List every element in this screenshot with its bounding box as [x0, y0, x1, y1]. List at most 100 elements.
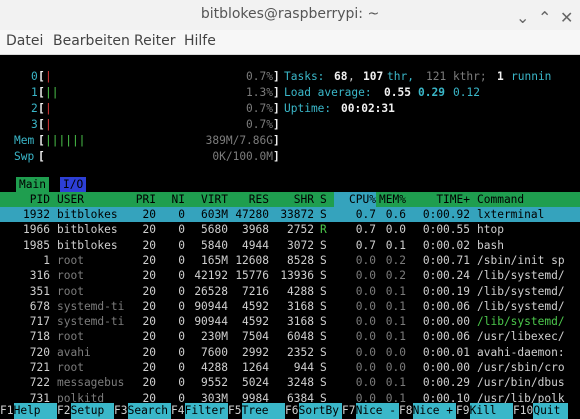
fkey-label-kill-button[interactable]: Kill — [469, 403, 513, 419]
fkey-f1[interactable]: F1 — [0, 403, 14, 419]
cell-pri: 20 — [142, 284, 156, 298]
col-time[interactable]: TIME+ — [408, 192, 470, 207]
cell-ni: 0 — [178, 223, 185, 237]
close-icon[interactable]: ✕ — [560, 8, 574, 27]
col-user[interactable]: USER — [57, 192, 84, 207]
col-ni[interactable]: NI — [160, 192, 185, 207]
col-cpu[interactable]: CPU% — [334, 192, 376, 208]
fkey-label-search-button[interactable]: Search — [127, 403, 171, 419]
minimize-icon[interactable]: ⌄ — [516, 8, 530, 27]
cell-pri: 20 — [142, 208, 156, 221]
cell-pid: 316 — [29, 269, 50, 283]
fkey-f5[interactable]: F5 — [228, 403, 242, 419]
table-row[interactable]: 722 messagebus 20 0 9552 5024 3248 S 0.0 0.1 0:00.… — [0, 375, 580, 390]
table-row[interactable]: 718 root 20 0 230M 7504 6048 S 0.0 0.1 0:00.06/usr… — [0, 329, 580, 344]
table-row[interactable]: 721 root 20 0 4288 1264 944 S 0.0 0.0 0:00.00/usr/… — [0, 360, 580, 375]
cell-res: 7216 — [242, 284, 269, 298]
col-mem[interactable]: MEM% — [374, 192, 406, 207]
table-row[interactable]: 351 root 20 0 26528 7216 4288 S 0.0 0.1 0:00.19/li… — [0, 284, 580, 299]
cell-user: bitblokes — [57, 223, 118, 237]
col-pid[interactable]: PID — [0, 192, 50, 207]
cell-time: 0:00.55 — [422, 223, 470, 237]
cell-virt: 4288 — [201, 361, 228, 374]
cell-mem: 0.0 — [385, 361, 406, 374]
tab-main[interactable]: Main — [16, 177, 49, 192]
fkey-label-nice-button[interactable]: Nice + — [412, 403, 456, 419]
col-state[interactable]: S — [320, 192, 327, 207]
terminal-area[interactable]: 0[| 0.7%] 1[|| 1.3%] 2[| 0.7%] 3[| 0.7%] Mem[|||… — [0, 55, 580, 419]
menu-hilfe[interactable]: Hilfe — [184, 33, 216, 49]
fkey-label-setup-button[interactable]: Setup — [70, 403, 114, 419]
table-row[interactable]: 1985 bitblokes 20 0 5840 4944 3072 S 0.7 0.1 0:00.… — [0, 238, 580, 253]
cell-mem: 0.1 — [385, 284, 406, 298]
fkey-f8[interactable]: F8 — [399, 403, 413, 419]
fkey-f3[interactable]: F3 — [114, 403, 128, 419]
table-row[interactable]: 720 avahi 20 0 7600 2992 2352 S 0.0 0.0 0:00.01 ava… — [0, 345, 580, 360]
cell-ni: 0 — [178, 208, 185, 221]
cell-command: bash — [477, 238, 504, 252]
cell-res: 2992 — [242, 345, 269, 359]
cell-user: messagebus — [57, 376, 125, 390]
col-virt[interactable]: VIRT — [188, 192, 228, 207]
fkey-label-nice-button[interactable]: Nice - — [355, 403, 399, 419]
table-row[interactable]: 316 root 20 0 42192 15776 13936 S 0.0 0.2 0:00.24 /… — [0, 268, 580, 283]
cell-user: root — [57, 330, 84, 344]
cell-s: S — [320, 345, 327, 359]
cell-ni: 0 — [178, 361, 185, 374]
fkey-label-sortby-button[interactable]: SortBy — [298, 403, 342, 419]
fkey-f2[interactable]: F2 — [57, 403, 71, 419]
fkey-label-help-button[interactable]: Help — [13, 403, 57, 419]
running-count: 1 — [497, 70, 504, 83]
fkey-f4[interactable]: F4 — [171, 403, 185, 419]
fkey-label-tree-button[interactable]: Tree — [241, 403, 285, 419]
col-res[interactable]: RES — [231, 192, 269, 207]
cell-cpu: 0.0 — [355, 269, 376, 283]
cell-res: 47280 — [235, 208, 269, 221]
table-row[interactable]: 1966 bitblokes 20 0 5680 3968 2752 R 0.7 0.0 0:00.… — [0, 222, 580, 237]
table-row[interactable]: 717 systemd-ti 20 0 90944 4592 3168 S 0.0 0.1 0:00… — [0, 314, 580, 329]
tab-row: Main I/O — [0, 177, 580, 192]
cell-user: systemd-ti — [57, 299, 125, 313]
cpu-meter-bar: | — [45, 118, 52, 131]
menu-reiter[interactable]: Reiter — [134, 33, 175, 49]
fkey-f9[interactable]: F9 — [456, 403, 470, 419]
cell-command: /usr/libexec/ — [477, 330, 565, 344]
load-15min: 0.12 — [453, 86, 480, 99]
cell-ni: 0 — [178, 299, 185, 313]
fkey-f10[interactable]: F10 — [513, 403, 534, 419]
fkey-f6[interactable]: F6 — [285, 403, 299, 419]
terminal-window: bitblokes@raspberrypi: ~ ⌄ ⌃ ✕ Datei Bea… — [0, 0, 580, 419]
col-command[interactable]: Command — [477, 192, 524, 207]
mem-meter: Mem[|||||| 389M/7.86G] — [0, 133, 580, 148]
cell-cpu: 0.0 — [355, 361, 376, 374]
cell-pid: 351 — [29, 284, 50, 298]
cell-pid: 1932 — [23, 208, 50, 221]
col-pri[interactable]: PRI — [130, 192, 156, 207]
cell-pri: 20 — [142, 315, 156, 329]
cell-mem: 0.0 — [385, 223, 406, 237]
cell-res: 12608 — [235, 253, 269, 267]
fkey-label-quit-button[interactable]: Quit — [533, 403, 568, 419]
menu-bearbeiten[interactable]: Bearbeiten — [53, 33, 130, 49]
tab-io[interactable]: I/O — [60, 177, 87, 192]
cell-mem: 0.2 — [385, 269, 406, 283]
table-row[interactable]: 1 root 20 0 165M 12608 8528 S 0.0 0.2 0:00.71/sbin… — [0, 253, 580, 268]
table-row-selected[interactable]: 1932 bitblokes 20 0 603M 47280 33872 S 0.7 0.6 0:0… — [0, 207, 580, 223]
threads-count: 107 — [363, 70, 384, 83]
maximize-icon[interactable]: ⌃ — [538, 8, 552, 27]
cell-command: avahi-daemon: — [477, 345, 565, 359]
fkey-label-filter-button[interactable]: Filter — [184, 403, 228, 419]
cell-time: 0:00.92 — [422, 208, 470, 221]
col-shr[interactable]: SHR — [272, 192, 314, 207]
cell-time: 0:00.19 — [422, 284, 470, 298]
cell-virt: 7600 — [201, 345, 228, 359]
cell-command: /lib/systemd/ — [477, 284, 565, 298]
cell-s: S — [320, 238, 327, 252]
title-bar: bitblokes@raspberrypi: ~ ⌄ ⌃ ✕ — [0, 0, 580, 30]
running-label: runnin — [511, 70, 552, 83]
menu-datei[interactable]: Datei — [6, 33, 43, 49]
table-row[interactable]: 678 systemd-ti 20 0 90944 4592 3168 S 0.0 0.1 0:00… — [0, 299, 580, 314]
threads-label: thr, — [387, 70, 414, 83]
cell-pri: 20 — [142, 253, 156, 267]
fkey-f7[interactable]: F7 — [342, 403, 356, 419]
